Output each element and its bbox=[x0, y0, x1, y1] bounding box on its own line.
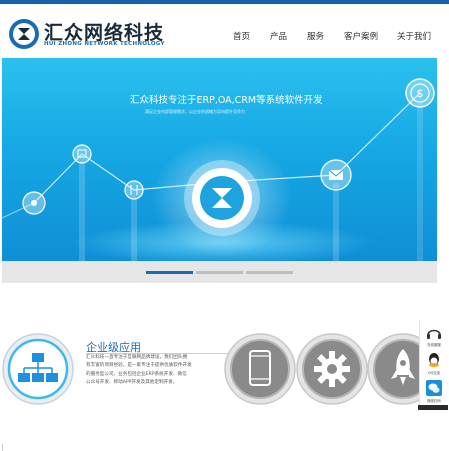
sidebar-label-wechat[interactable]: 微信扫码 bbox=[422, 398, 446, 403]
banner-subtitle: 满足企业内部管理需求，以企业的战略为导向提升竞争力 bbox=[145, 109, 245, 114]
sidebar-label-qq[interactable]: QQ交谈 bbox=[422, 370, 446, 375]
node-dollar-icon: $ bbox=[405, 78, 435, 108]
qq-icon[interactable] bbox=[426, 352, 442, 368]
nav-home[interactable]: 首页 bbox=[233, 30, 250, 42]
headset-icon[interactable] bbox=[426, 326, 442, 340]
sidebar-footer-bar bbox=[418, 405, 448, 410]
gear-icon[interactable] bbox=[296, 333, 368, 405]
mobile-phone-icon[interactable] bbox=[224, 333, 296, 405]
node-sliders-icon bbox=[124, 180, 144, 200]
floating-sidebar: 在线客服 QQ交谈 微信扫码 bbox=[419, 320, 448, 410]
node-chart-icon bbox=[72, 144, 92, 164]
page-edge-line bbox=[2, 444, 3, 451]
svg-text:$: $ bbox=[417, 87, 424, 100]
banner-graphic: $ bbox=[2, 78, 435, 261]
sidebar-label-service[interactable]: 在线客服 bbox=[422, 342, 446, 347]
slider-dot-3[interactable] bbox=[246, 271, 293, 274]
section-body-line: 有丰富的项目经验。是一家专注于提供优质软件开发 bbox=[86, 363, 192, 369]
banner-headline: 汇众科技专注于ERP,OA,CRM等系统软件开发 bbox=[130, 95, 323, 106]
nav-about[interactable]: 关于我们 bbox=[397, 30, 431, 42]
wechat-icon[interactable] bbox=[426, 380, 442, 396]
node-mail-icon bbox=[320, 159, 352, 191]
section-body-line: 公众号开发、移动APP开发及其他定制开发。 bbox=[86, 380, 178, 386]
enterprise-app-icon[interactable] bbox=[2, 333, 74, 405]
nav-cases[interactable]: 客户案例 bbox=[344, 30, 378, 42]
main-nav: 首页 产品 服务 客户案例 关于我们 bbox=[0, 30, 449, 44]
slider-dot-1[interactable] bbox=[146, 271, 193, 274]
slider-dot-2[interactable] bbox=[196, 271, 243, 274]
section-body-line: 汇众科技一直专注于互联网品牌建设，我们团队拥 bbox=[86, 355, 188, 360]
section-body-line: 的服务型公司，业务包括企业ERP系统开发、微信 bbox=[86, 371, 187, 377]
slider-pagination bbox=[2, 261, 437, 283]
section-body: 汇众科技一直专注于互联网品牌建设，我们团队拥 有丰富的项目经验。是一家专注于提供… bbox=[86, 354, 216, 388]
site-header: 汇众网络科技 HUI ZHONG NETWORK TECHNOLOGY 首页 产… bbox=[0, 4, 449, 58]
hero-banner[interactable]: $ 汇众科技专注于ERP,OA,CRM等系统软件开发 满足企业内部管理需求，以企… bbox=[2, 58, 437, 261]
nav-services[interactable]: 服务 bbox=[307, 30, 324, 42]
nav-products[interactable]: 产品 bbox=[270, 30, 287, 42]
node-cursor-icon bbox=[22, 191, 46, 215]
center-logo-emblem bbox=[184, 160, 260, 236]
